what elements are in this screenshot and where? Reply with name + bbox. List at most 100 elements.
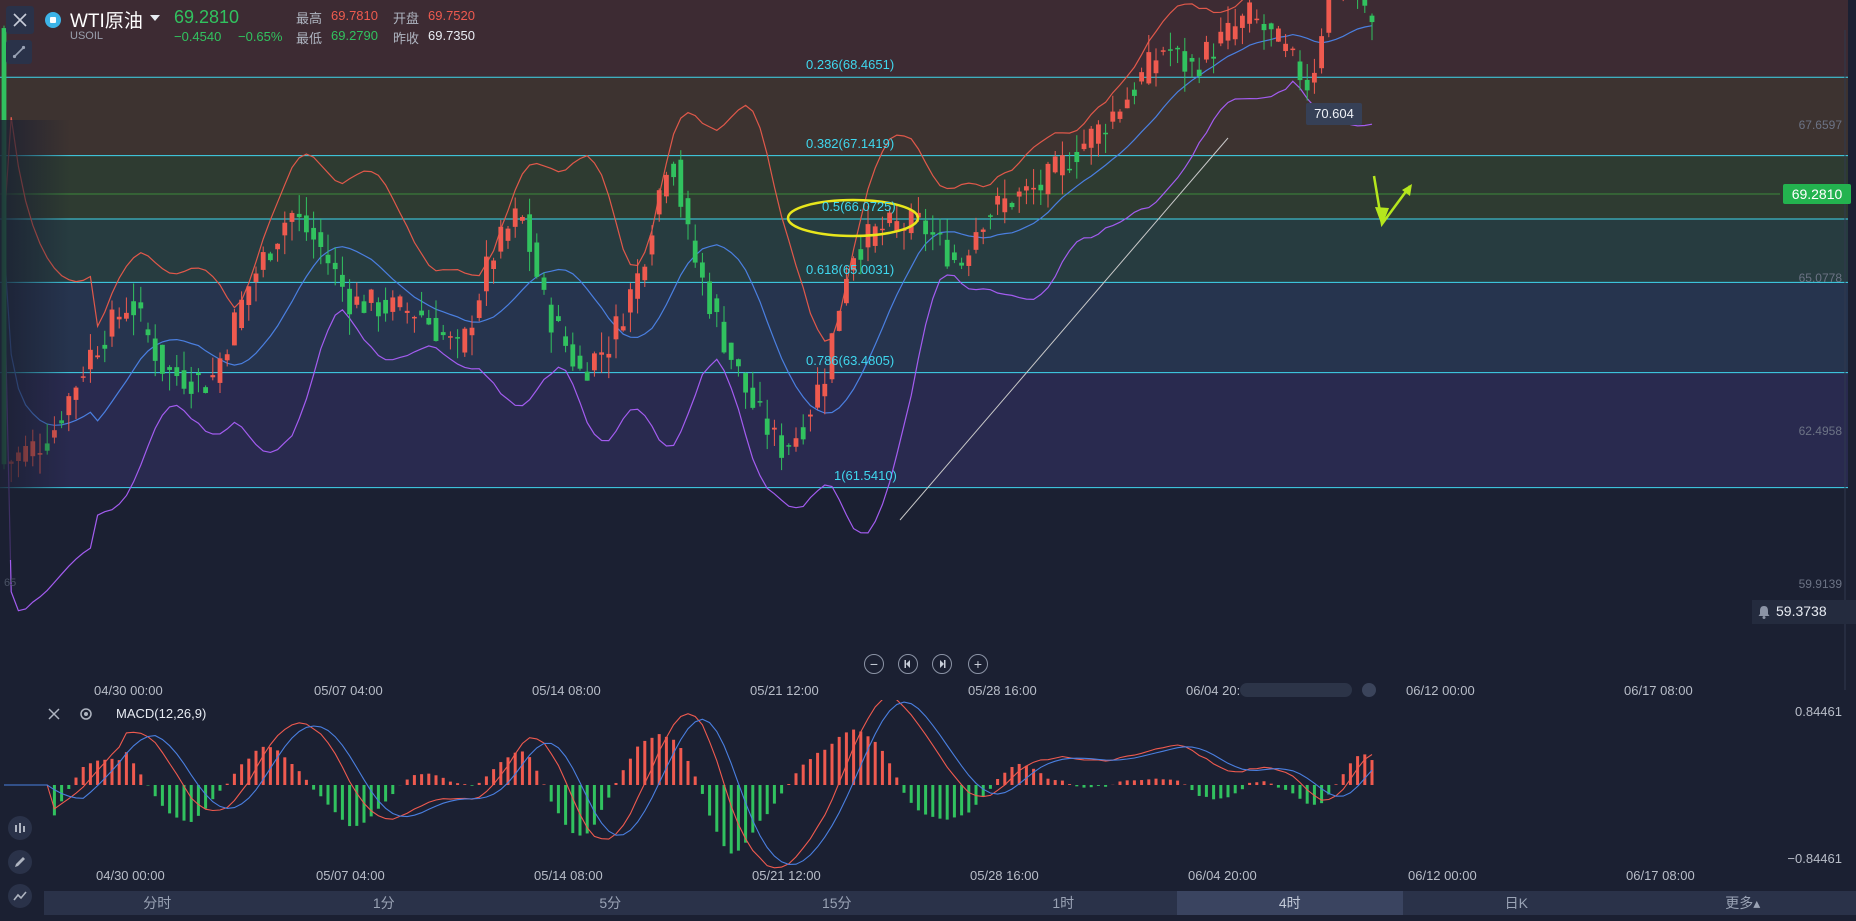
timeframe-tab[interactable]: 1分 [271,891,498,915]
timeframe-tab[interactable]: 分时 [44,891,271,915]
candle [779,435,784,458]
open-label: 开盘 [393,11,420,26]
timeframe-tab[interactable]: 15分 [724,891,951,915]
candle [1139,72,1144,82]
time-axis-label: 06/12 00:00 [1406,683,1475,698]
last-price: 69.2810 [174,7,240,27]
candle [455,337,460,339]
candle [138,302,144,309]
candle [1204,41,1209,60]
candle [109,309,115,337]
candle [1312,72,1317,83]
candle [1096,124,1101,144]
candle [685,198,691,225]
macd-chart[interactable] [0,700,1856,870]
candle [124,312,129,319]
candle [923,220,928,235]
zoom-out-button[interactable]: − [864,654,884,674]
candle [1225,22,1231,41]
candle [1168,49,1173,51]
price-chart[interactable] [0,0,1856,690]
scroll-indicator[interactable] [1240,683,1352,697]
candle [656,190,662,215]
candle [930,232,936,235]
candle [815,384,820,408]
fib-zone [0,372,1848,488]
timeframe-tab[interactable]: 4时 [1176,891,1403,915]
trading-app: 0(70.6040)0.236(68.4651)0.382(67.1419)0.… [0,0,1856,921]
time-axis-label: 06/17 08:00 [1624,683,1693,698]
candle [1218,31,1224,44]
candle [1067,168,1072,171]
timeframe-tab[interactable]: 更多▴ [1630,891,1856,915]
candle [606,353,612,358]
zoom-in-icon: + [973,656,983,672]
timeframe-tab[interactable]: 日K [1403,891,1630,915]
step-forward-button[interactable] [932,654,952,674]
candle [332,262,338,270]
candle [145,329,151,336]
candle [196,372,201,376]
candle [253,273,259,283]
candle [1261,23,1267,31]
candle [491,260,496,270]
step-back-icon [904,660,910,668]
candle [268,253,273,261]
candle [1283,43,1288,52]
candle [412,316,417,319]
candle [304,215,309,233]
close-button[interactable] [6,6,34,34]
candle [541,277,547,290]
prev-close-label: 昨收 [393,31,420,46]
high-label: 最高 [296,11,323,26]
candle [721,321,727,353]
candle [1196,69,1202,77]
timeframe-tab[interactable]: 5分 [497,891,724,915]
drawing-tool-button[interactable] [6,40,32,64]
candle [1240,15,1245,28]
candle [80,376,86,378]
step-back-button[interactable] [898,654,918,674]
scroll-end-dot[interactable] [1362,683,1376,697]
candle [599,352,604,355]
candle [620,326,626,331]
candle [563,336,568,346]
symbol-name[interactable]: WTI原油 [70,6,143,33]
pencil-button[interactable] [8,850,32,874]
candle [1031,187,1036,190]
macd-time-axis-label: 06/17 08:00 [1626,868,1695,883]
candle [836,310,842,331]
candle [635,273,640,299]
candle [318,232,324,248]
prev-close-value: 69.7350 [428,28,475,43]
timeframe-tab[interactable]: 1时 [950,891,1177,915]
candle [822,383,828,397]
candle [354,296,360,305]
candle [548,304,554,333]
price-change: −0.4540 [174,29,222,44]
candle [512,208,518,227]
zoom-in-button[interactable]: + [968,654,988,674]
peak-price-tag: 70.604 [1306,103,1362,125]
price-axis-tick: 67.6597 [1798,117,1842,132]
candle [937,232,943,235]
candle [750,387,756,408]
indicator-button[interactable] [8,816,32,840]
candle [88,349,93,370]
candle [1362,0,1368,6]
candle [728,342,734,360]
candle [73,387,79,400]
candle [498,226,504,252]
candle [95,355,100,358]
candle [894,221,900,231]
candle [1268,23,1274,30]
candle [714,298,720,313]
dropdown-caret-icon[interactable] [150,15,160,21]
candle [340,274,345,287]
macd-time-axis-label: 05/14 08:00 [534,868,603,883]
candle [505,228,511,241]
chart-type-button[interactable] [8,884,32,908]
close-icon [13,13,27,27]
bell-icon[interactable] [1756,604,1772,620]
candle [448,336,453,338]
